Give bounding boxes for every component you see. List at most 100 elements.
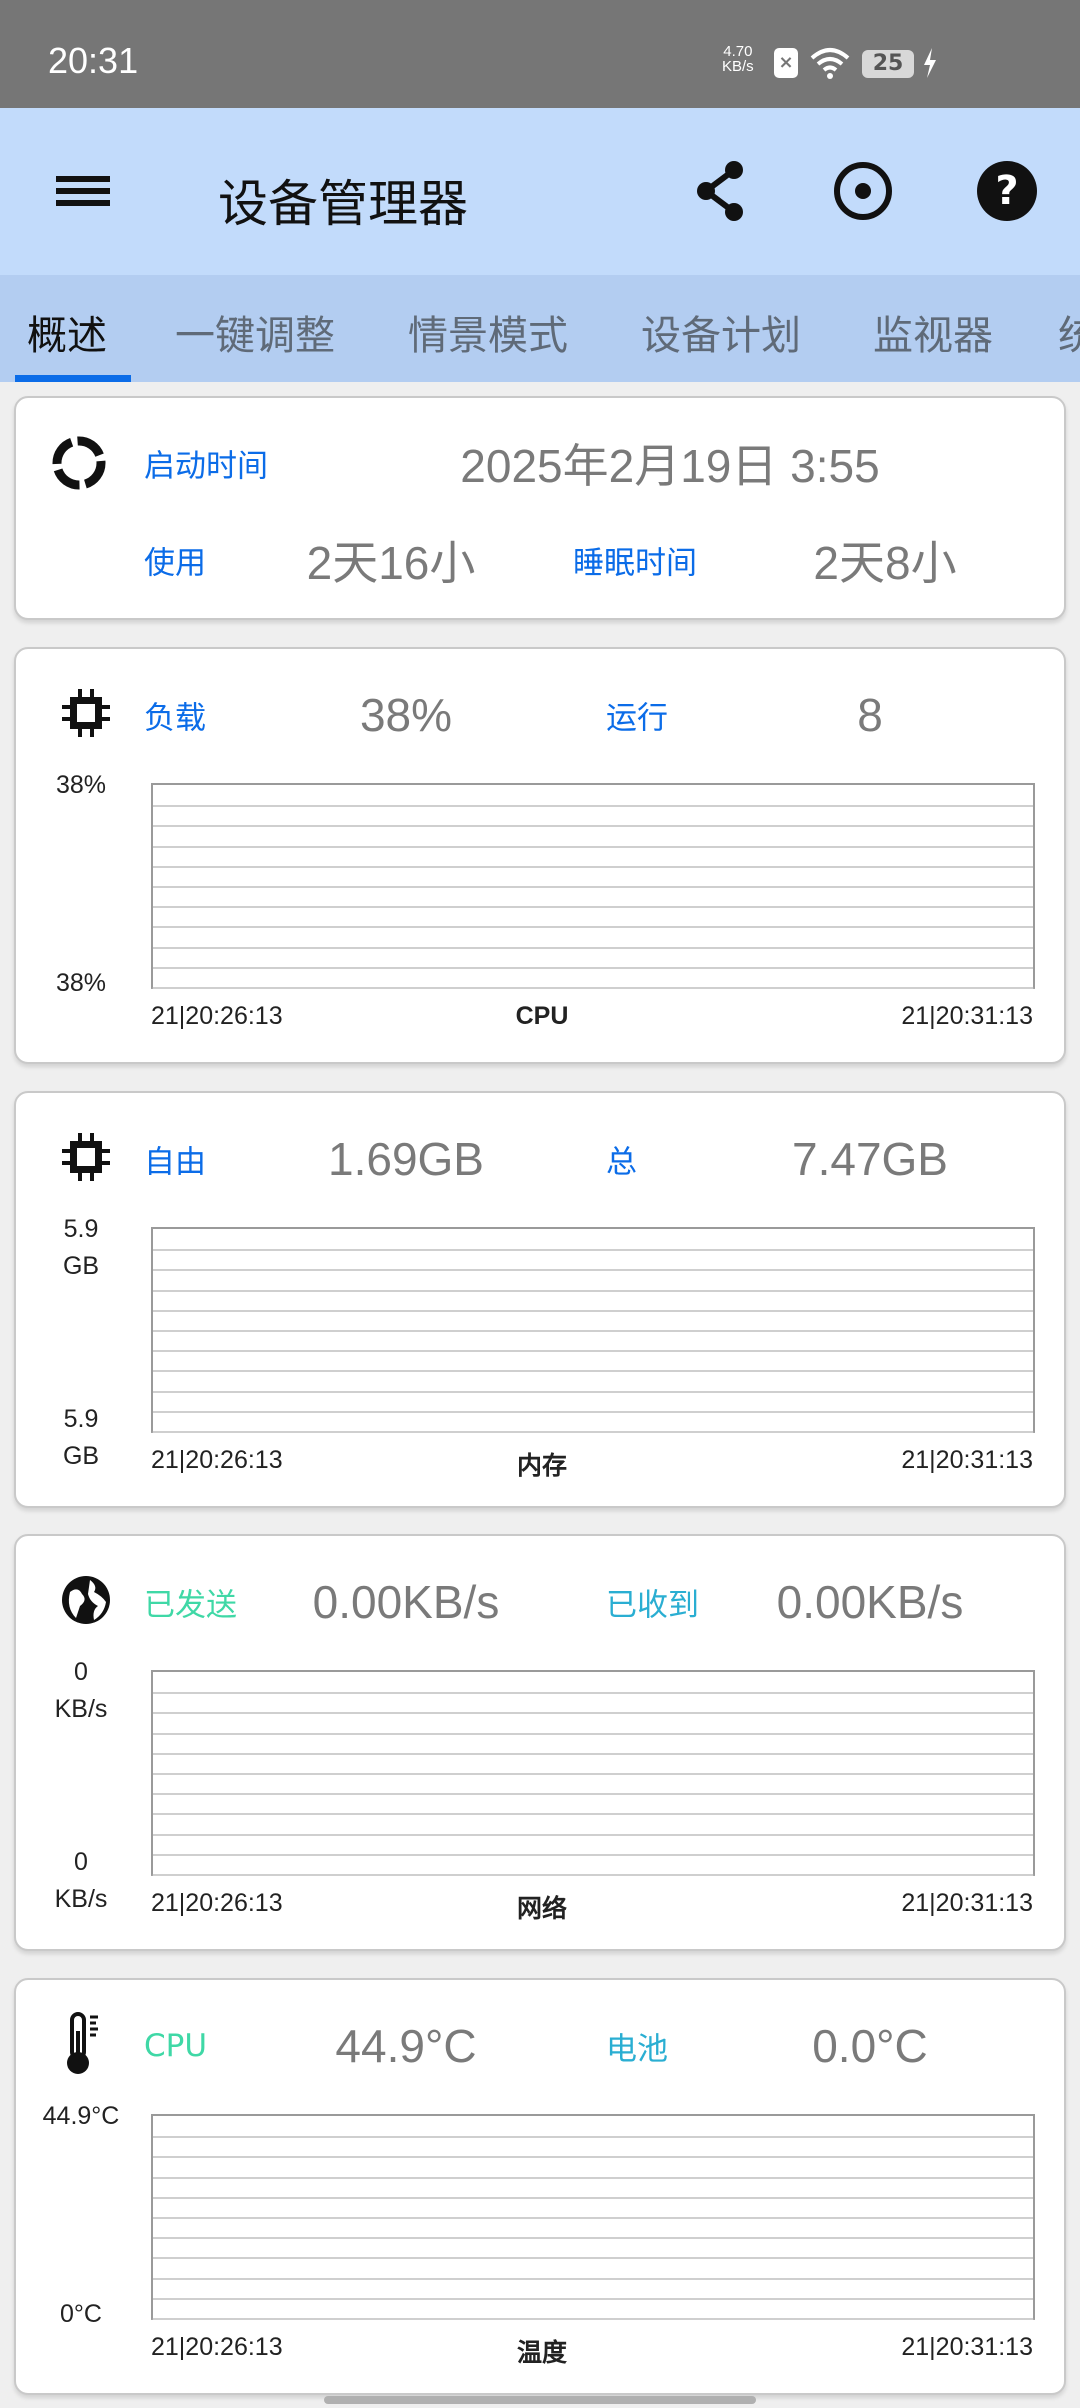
metric-label-1: 已发送 xyxy=(144,1587,237,1624)
monitor-card: CPU 44.9°C 电池 0.0°C 44.9°C 0°C 21|20:26:… xyxy=(14,1978,1066,2395)
home-indicator[interactable] xyxy=(324,2396,756,2404)
sim-x-icon: × xyxy=(774,48,798,78)
metric-label-2: 运行 xyxy=(606,700,668,737)
record-icon[interactable] xyxy=(830,158,896,224)
grid-line xyxy=(153,1732,1033,1735)
grid-line xyxy=(153,2176,1033,2179)
help-icon[interactable]: ? xyxy=(974,158,1040,224)
grid-line xyxy=(153,1793,1033,1796)
grid-line xyxy=(153,2277,1033,2280)
metric-value-1: 38% xyxy=(359,689,453,741)
y-axis-max-label: 0 KB/s xyxy=(54,1658,108,1723)
grid-line xyxy=(153,926,1033,929)
grid-line xyxy=(153,805,1033,808)
boot-time-value: 2025年2月19日 3:55 xyxy=(460,440,880,492)
tab-device-plan[interactable]: 设备计划 xyxy=(641,303,801,361)
metric-label-2: 电池 xyxy=(606,2031,668,2068)
grid-line xyxy=(153,865,1033,868)
grid-line xyxy=(153,1833,1033,1836)
tab-indicator xyxy=(15,375,131,382)
tab-scenes[interactable]: 情景模式 xyxy=(408,303,568,361)
grid-line xyxy=(153,1289,1033,1292)
grid-line xyxy=(153,825,1033,828)
x-axis-end-label: 21|20:31:13 xyxy=(901,1889,1033,1917)
grid-line xyxy=(153,1692,1033,1695)
metric-value-2: 7.47GB xyxy=(792,1133,948,1185)
memory-chip-icon xyxy=(58,1129,114,1189)
grid-line xyxy=(153,2237,1033,2240)
tab-more[interactable]: 统 xyxy=(1058,303,1080,361)
x-axis-end-label: 21|20:31:13 xyxy=(901,1002,1033,1030)
grid-line xyxy=(153,1410,1033,1413)
metric-label-1: CPU xyxy=(144,2028,208,2064)
app-bar: 设备管理器 ? xyxy=(0,108,1080,275)
grid-line xyxy=(153,2136,1033,2139)
menu-icon[interactable] xyxy=(50,158,116,224)
use-label: 使用 xyxy=(144,545,206,582)
x-axis-end-label: 21|20:31:13 xyxy=(901,1446,1033,1474)
metric-label-1: 自由 xyxy=(144,1144,206,1181)
app-title: 设备管理器 xyxy=(218,175,468,233)
uptime-card: 启动时间 2025年2月19日 3:55 使用 2天16小 睡眠时间 2天8小 xyxy=(14,396,1066,620)
metric-value-2: 0.00KB/s xyxy=(776,1576,964,1628)
thermometer-icon xyxy=(58,2011,114,2081)
monitor-card: 负载 38% 运行 8 38% 38% 21|20:26:13 CPU 21|2… xyxy=(14,647,1066,1064)
grid-line xyxy=(153,1269,1033,1272)
grid-line xyxy=(153,1853,1033,1856)
share-icon[interactable] xyxy=(688,158,754,224)
metric-value-1: 44.9°C xyxy=(335,2020,477,2072)
y-axis-max-label: 5.9 GB xyxy=(62,1215,100,1280)
status-time: 20:31 xyxy=(48,40,139,81)
grid-line xyxy=(153,1813,1033,1816)
grid-line xyxy=(153,886,1033,888)
metric-label-2: 总 xyxy=(606,1144,637,1181)
x-axis-end-label: 21|20:31:13 xyxy=(901,2333,1033,2361)
grid-line xyxy=(153,1712,1033,1715)
net-speed-unit: KB/s xyxy=(722,58,754,75)
grid-line xyxy=(153,1370,1033,1373)
grid-line xyxy=(153,1249,1033,1252)
tab-monitor[interactable]: 监视器 xyxy=(873,303,993,361)
metric-value-2: 8 xyxy=(857,689,883,741)
grid-line xyxy=(153,2196,1033,2199)
grid-line xyxy=(153,2257,1033,2260)
grid-line xyxy=(153,1431,1033,1433)
uptime-ring-icon xyxy=(52,436,106,490)
grid-line xyxy=(153,845,1033,848)
globe-icon xyxy=(58,1572,114,1632)
history-chart xyxy=(151,1670,1035,1876)
grid-line xyxy=(153,1390,1033,1393)
grid-line xyxy=(153,906,1033,909)
svg-text:?: ? xyxy=(995,168,1018,214)
metric-value-1: 0.00KB/s xyxy=(312,1576,500,1628)
metric-label-1: 负载 xyxy=(144,700,206,737)
metric-value-1: 1.69GB xyxy=(328,1133,484,1185)
tab-overview[interactable]: 概述 xyxy=(27,303,107,361)
grid-line xyxy=(153,1752,1033,1755)
cpu-chip-icon xyxy=(58,685,114,745)
charging-icon xyxy=(924,48,936,78)
sleep-value: 2天8小 xyxy=(813,537,957,589)
history-chart xyxy=(151,2114,1035,2320)
metric-value-2: 0.0°C xyxy=(812,2020,928,2072)
tab-bar: 概述 一键调整 情景模式 设备计划 监视器 统 xyxy=(0,275,1080,382)
y-axis-max-label: 38% xyxy=(55,771,107,799)
grid-line xyxy=(153,966,1033,969)
sleep-label: 睡眠时间 xyxy=(573,545,697,582)
tab-one-key-tune[interactable]: 一键调整 xyxy=(175,303,335,361)
grid-line xyxy=(153,1330,1033,1332)
grid-line xyxy=(153,2156,1033,2159)
y-axis-min-label: 38% xyxy=(55,969,107,997)
grid-line xyxy=(153,946,1033,949)
history-chart xyxy=(151,783,1035,989)
monitor-card: 自由 1.69GB 总 7.47GB 5.9 GB 5.9 GB 21|20:2… xyxy=(14,1091,1066,1508)
grid-line xyxy=(153,2297,1033,2300)
grid-line xyxy=(153,1773,1033,1775)
battery-icon: 25 xyxy=(862,50,914,78)
boot-time-label: 启动时间 xyxy=(144,448,268,485)
grid-line xyxy=(153,1309,1033,1312)
metric-label-2: 已收到 xyxy=(606,1587,699,1624)
grid-line xyxy=(153,2318,1033,2320)
monitor-card: 已发送 0.00KB/s 已收到 0.00KB/s 0 KB/s 0 KB/s … xyxy=(14,1534,1066,1951)
y-axis-max-label: 44.9°C xyxy=(42,2102,120,2130)
